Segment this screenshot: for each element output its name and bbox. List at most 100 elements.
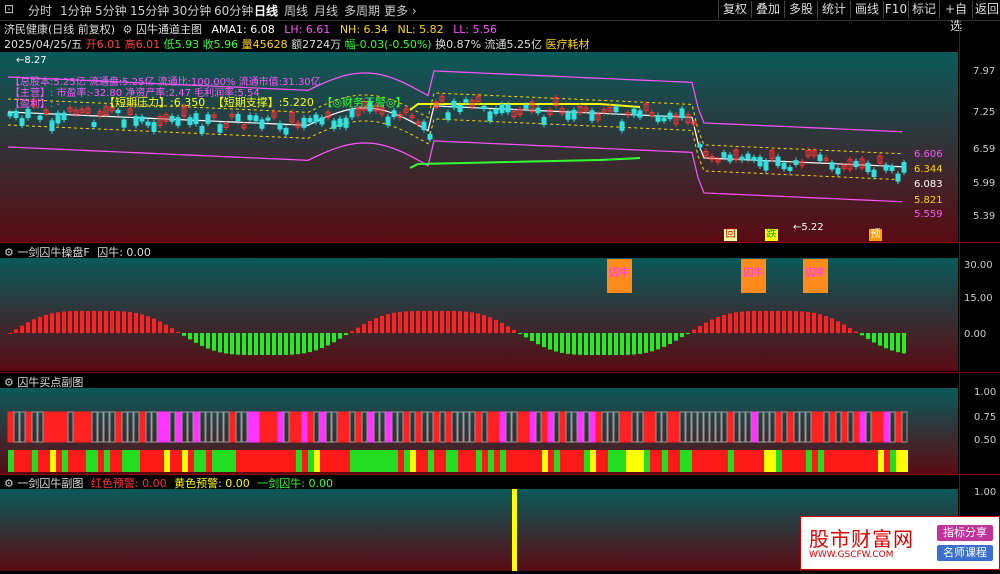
period-tab-5[interactable]: 60分钟 <box>214 2 253 19</box>
stats-button[interactable]: 统计 <box>817 1 850 18</box>
histogram-bar <box>548 333 552 350</box>
candle-body <box>571 109 577 120</box>
histogram-bar <box>62 311 66 333</box>
signal-strip-cell <box>614 450 620 472</box>
period-tab-1[interactable]: 1分钟 <box>60 2 92 19</box>
histogram-bar <box>224 333 228 354</box>
buy-column <box>49 411 56 443</box>
buy-column <box>499 411 506 443</box>
signal-strip-cell <box>302 450 308 472</box>
main-price-scale: 7.97 7.25 6.59 5.99 5.39 <box>959 21 1000 242</box>
histogram-bar <box>746 311 750 333</box>
signal-strip-cell <box>824 450 830 472</box>
buy-column <box>859 411 866 443</box>
buy-column <box>751 411 758 443</box>
period-tab-2[interactable]: 5分钟 <box>95 2 127 19</box>
signal-strip-cell <box>254 450 260 472</box>
candle-body <box>169 115 175 122</box>
signal-strip-cell <box>404 450 410 472</box>
signal-strip-cell <box>68 450 74 472</box>
signal-strip-cell <box>104 450 110 472</box>
period-tab-6[interactable]: 日线 <box>254 2 278 19</box>
signal-strip-cell <box>758 450 764 472</box>
signal-strip-cell <box>344 450 350 472</box>
panel-f-chart[interactable]: 囚牛 囚牛 囚牛 <box>0 258 958 371</box>
period-tab-9[interactable]: 多周期 <box>344 2 380 19</box>
expand-icon[interactable]: ⊡ <box>4 2 14 16</box>
signal-strip-cell <box>722 450 728 472</box>
buy-column <box>841 411 848 443</box>
chevron-right-icon: › <box>411 4 417 18</box>
signal-strip-cell <box>884 450 890 472</box>
period-tab-0[interactable]: 分时 <box>28 2 52 19</box>
histogram-bar <box>404 311 408 333</box>
signal-strip-cell <box>44 450 50 472</box>
finance-status: 【◎财务无警◎】 <box>321 96 407 109</box>
buy-tick: 0.50 <box>974 435 997 446</box>
panel-divider <box>0 242 1000 243</box>
signal-strip-cell <box>476 450 482 472</box>
histogram-bar <box>44 314 48 333</box>
add-favorite-button[interactable]: +自选 <box>939 1 972 33</box>
buy-column <box>79 411 86 443</box>
watermark-logo: 股市财富网 WWW.GSCFW.COM 指标分享 名师课程 <box>800 516 1000 570</box>
overlay-button[interactable]: 叠加 <box>751 1 784 18</box>
histogram-bar <box>656 333 660 350</box>
candle-body <box>187 117 193 125</box>
period-tab-3[interactable]: 15分钟 <box>130 2 169 19</box>
signal-strip-cell <box>590 450 596 472</box>
signal-strip-cell <box>530 450 536 472</box>
signal-strip-cell <box>800 450 806 472</box>
candle-body <box>619 121 625 131</box>
candle-body <box>853 160 859 168</box>
histogram-bar <box>752 311 756 333</box>
signal-strip-cell <box>332 450 338 472</box>
signal-strip-cell <box>488 450 494 472</box>
signal-strip-cell <box>632 450 638 472</box>
buy-column <box>295 411 302 443</box>
mark-button[interactable]: 标记 <box>908 1 939 18</box>
indicator-name[interactable]: 囚牛通道主图 <box>136 23 202 36</box>
period-tab-10[interactable]: 更多 › <box>384 2 417 19</box>
histogram-bar <box>230 333 234 355</box>
watermark-url: WWW.GSCFW.COM <box>809 550 894 560</box>
candle-body <box>307 117 313 123</box>
panel-buy-scale: 1.00 0.75 0.50 <box>959 373 1000 474</box>
histogram-bar <box>734 312 738 333</box>
signal-strip-cell <box>50 450 56 472</box>
histogram-bar <box>680 333 684 338</box>
f-tick: 0.00 <box>964 329 987 340</box>
signal-strip-cell <box>140 450 146 472</box>
signal-strip-cell <box>902 450 908 472</box>
quote-high: 高6.01 <box>124 38 161 51</box>
histogram-bar <box>170 328 174 333</box>
period-tab-4[interactable]: 30分钟 <box>172 2 211 19</box>
histogram-bar <box>584 333 588 356</box>
signal-strip-cell <box>146 450 152 472</box>
settings-icon[interactable]: ⚙ <box>123 23 133 36</box>
signal-strip-cell <box>392 450 398 472</box>
panel-buy-chart[interactable] <box>0 388 958 474</box>
stock-name: 济民健康(日线 前复权) <box>4 23 116 36</box>
multi-stock-button[interactable]: 多股 <box>784 1 817 18</box>
histogram-bar <box>626 333 630 355</box>
draw-line-button[interactable]: 画线 <box>850 1 883 18</box>
candle-body <box>871 169 877 178</box>
period-tab-8[interactable]: 月线 <box>314 2 338 19</box>
histogram-bar <box>8 333 12 334</box>
main-chart[interactable]: ←8.27 【总股本:5.25亿 流通盘:5.25亿 流通比:100.00% 流… <box>0 52 958 242</box>
candle-body <box>145 121 151 126</box>
low-marker: ←5.22 <box>793 222 824 233</box>
f10-button[interactable]: F10 <box>883 1 908 18</box>
buy-column <box>355 411 362 443</box>
histogram-bar <box>620 333 624 356</box>
histogram-bar <box>164 324 168 333</box>
histogram-bar <box>80 310 84 333</box>
fuquan-button[interactable]: 复权 <box>718 1 751 18</box>
period-tab-7[interactable]: 周线 <box>284 2 308 19</box>
candle-body <box>745 153 751 160</box>
signal-strip-cell <box>458 450 464 472</box>
histogram-bar <box>518 333 522 334</box>
candle-body <box>133 116 139 126</box>
back-button[interactable]: 返回 <box>972 1 1000 18</box>
